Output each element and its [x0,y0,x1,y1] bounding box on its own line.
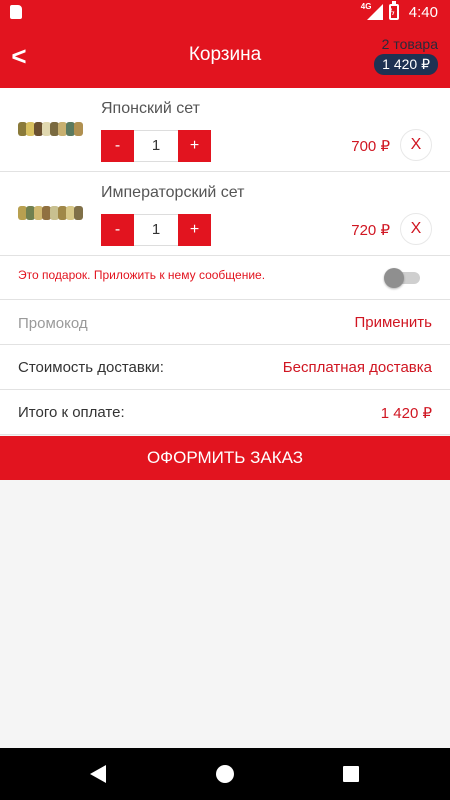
remove-item-button[interactable]: X [400,129,432,161]
delivery-cost-value: Бесплатная доставка [282,359,432,376]
promo-row: Применить [0,300,450,345]
cart-item: Императорский сет - 1 + 720 ₽ X [0,172,450,256]
nav-back-icon[interactable] [90,765,106,783]
gift-option-row: Это подарок. Приложить к нему сообщение. [0,256,450,300]
total-label: Итого к оплате: [18,404,125,421]
quantity-value: 1 [134,214,178,246]
delivery-cost-label: Стоимость доставки: [18,359,164,376]
signal-icon: 4G [360,2,383,21]
product-image [18,206,83,222]
cart-summary: 2 товара 1 420 ₽ [374,36,438,75]
product-name: Японский сет [101,100,200,117]
apply-promo-button[interactable]: Применить [354,314,432,331]
quantity-value: 1 [134,130,178,162]
cart-item-count: 2 товара [381,36,438,52]
navigation-bar [0,748,450,800]
sd-card-icon [10,5,22,19]
cart-total-badge: 1 420 ₽ [374,54,438,75]
nav-recents-icon[interactable] [343,766,359,782]
product-price: 720 ₽ [351,222,390,239]
remove-item-button[interactable]: X [400,213,432,245]
network-type: 4G [360,2,372,11]
app-bar: < Корзина 2 товара 1 420 ₽ [0,24,450,88]
quantity-stepper: - 1 + [101,214,211,246]
gift-toggle[interactable] [384,266,422,290]
promo-code-input[interactable] [18,310,278,336]
decrease-button[interactable]: - [101,130,134,162]
increase-button[interactable]: + [178,130,211,162]
nav-home-icon[interactable] [216,765,234,783]
delivery-row: Стоимость доставки: Бесплатная доставка [0,345,450,390]
product-image [18,122,83,138]
decrease-button[interactable]: - [101,214,134,246]
increase-button[interactable]: + [178,214,211,246]
status-bar: 4G ϟ 4:40 [0,0,450,24]
quantity-stepper: - 1 + [101,130,211,162]
gift-message-label: Это подарок. Приложить к нему сообщение. [18,268,266,282]
status-time: 4:40 [408,3,438,21]
product-name: Императорский сет [101,184,245,201]
cart-item: Японский сет - 1 + 700 ₽ X [0,88,450,172]
status-icons: 4G ϟ 4:40 [360,1,438,21]
battery-charging-icon: ϟ [388,1,399,20]
total-row: Итого к оплате: 1 420 ₽ [0,390,450,435]
product-price: 700 ₽ [351,138,390,155]
checkout-button[interactable]: ОФОРМИТЬ ЗАКАЗ [0,436,450,480]
total-value: 1 420 ₽ [380,405,432,422]
